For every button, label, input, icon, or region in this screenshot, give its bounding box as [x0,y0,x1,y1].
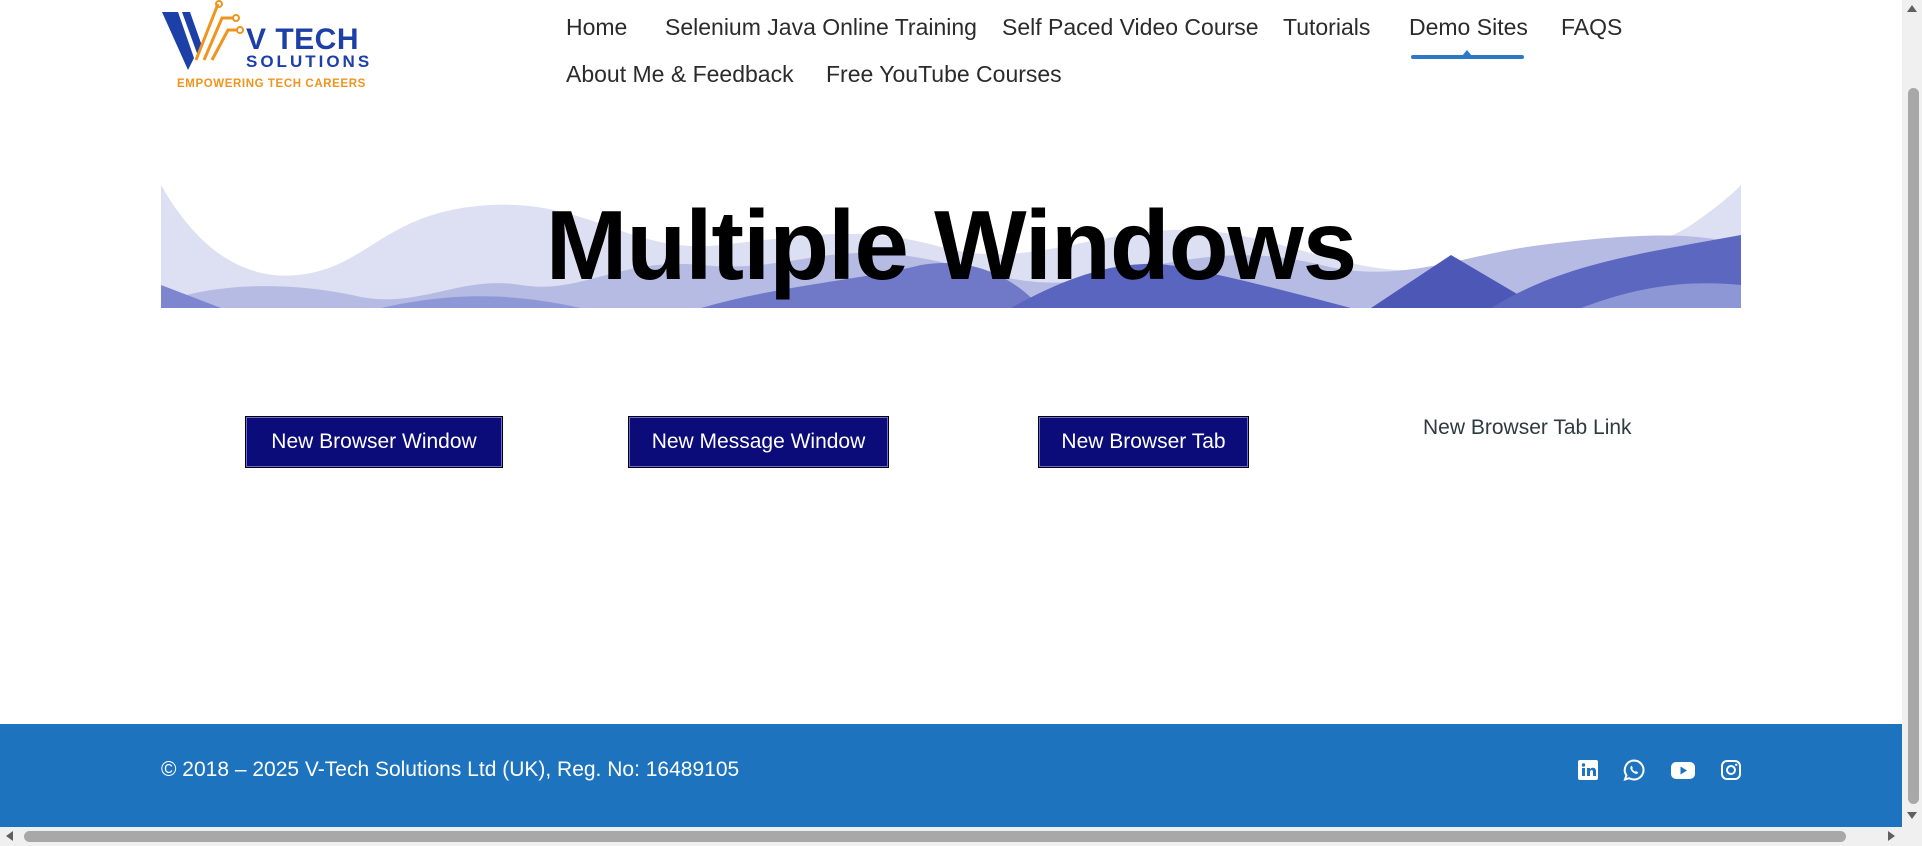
footer-copyright: © 2018 – 2025 V-Tech Solutions Ltd (UK),… [161,758,740,781]
youtube-icon[interactable] [1670,758,1696,782]
nav-item-about-me-feedback[interactable]: About Me & Feedback [566,60,794,88]
page-title: Multiple Windows [545,190,1358,300]
scroll-up-arrow-icon[interactable] [1907,5,1917,12]
nav-item-home[interactable]: Home [566,13,627,41]
new-browser-tab-button[interactable]: New Browser Tab [1038,416,1249,468]
page-hero: Multiple Windows [161,185,1741,308]
nav-item-faqs[interactable]: FAQS [1561,13,1622,41]
site-footer: © 2018 – 2025 V-Tech Solutions Ltd (UK),… [0,724,1902,827]
instagram-icon[interactable] [1719,758,1743,782]
new-message-window-button[interactable]: New Message Window [628,416,889,468]
vertical-scrollbar-thumb[interactable] [1908,88,1919,804]
nav-item-demo-sites[interactable]: Demo Sites [1409,13,1528,41]
horizontal-scrollbar-thumb[interactable] [24,831,1846,842]
whatsapp-icon[interactable] [1622,758,1646,782]
nav-item-self-paced-video-course[interactable]: Self Paced Video Course [1002,13,1259,41]
horizontal-scrollbar[interactable] [0,827,1902,846]
scroll-right-arrow-icon[interactable] [1888,831,1895,841]
nav-item-selenium-java-online-training[interactable]: Selenium Java Online Training [665,13,977,41]
logo-v-mark-icon [162,0,244,70]
site-logo[interactable]: V TECH SOLUTIONS EMPOWERING TECH CAREERS [160,0,375,92]
logo-tagline: EMPOWERING TECH CAREERS [177,78,366,90]
logo-sub-text: SOLUTIONS [246,52,373,71]
vertical-scrollbar[interactable] [1902,0,1922,846]
scroll-left-arrow-icon[interactable] [6,831,13,841]
new-browser-tab-link[interactable]: New Browser Tab Link [1423,416,1632,440]
new-browser-window-button[interactable]: New Browser Window [245,416,503,468]
linkedin-icon[interactable] [1576,758,1600,782]
nav-item-free-youtube-courses[interactable]: Free YouTube Courses [826,60,1062,88]
scroll-down-arrow-icon[interactable] [1907,812,1917,819]
nav-active-indicator [1411,55,1524,59]
nav-item-tutorials[interactable]: Tutorials [1283,13,1370,41]
